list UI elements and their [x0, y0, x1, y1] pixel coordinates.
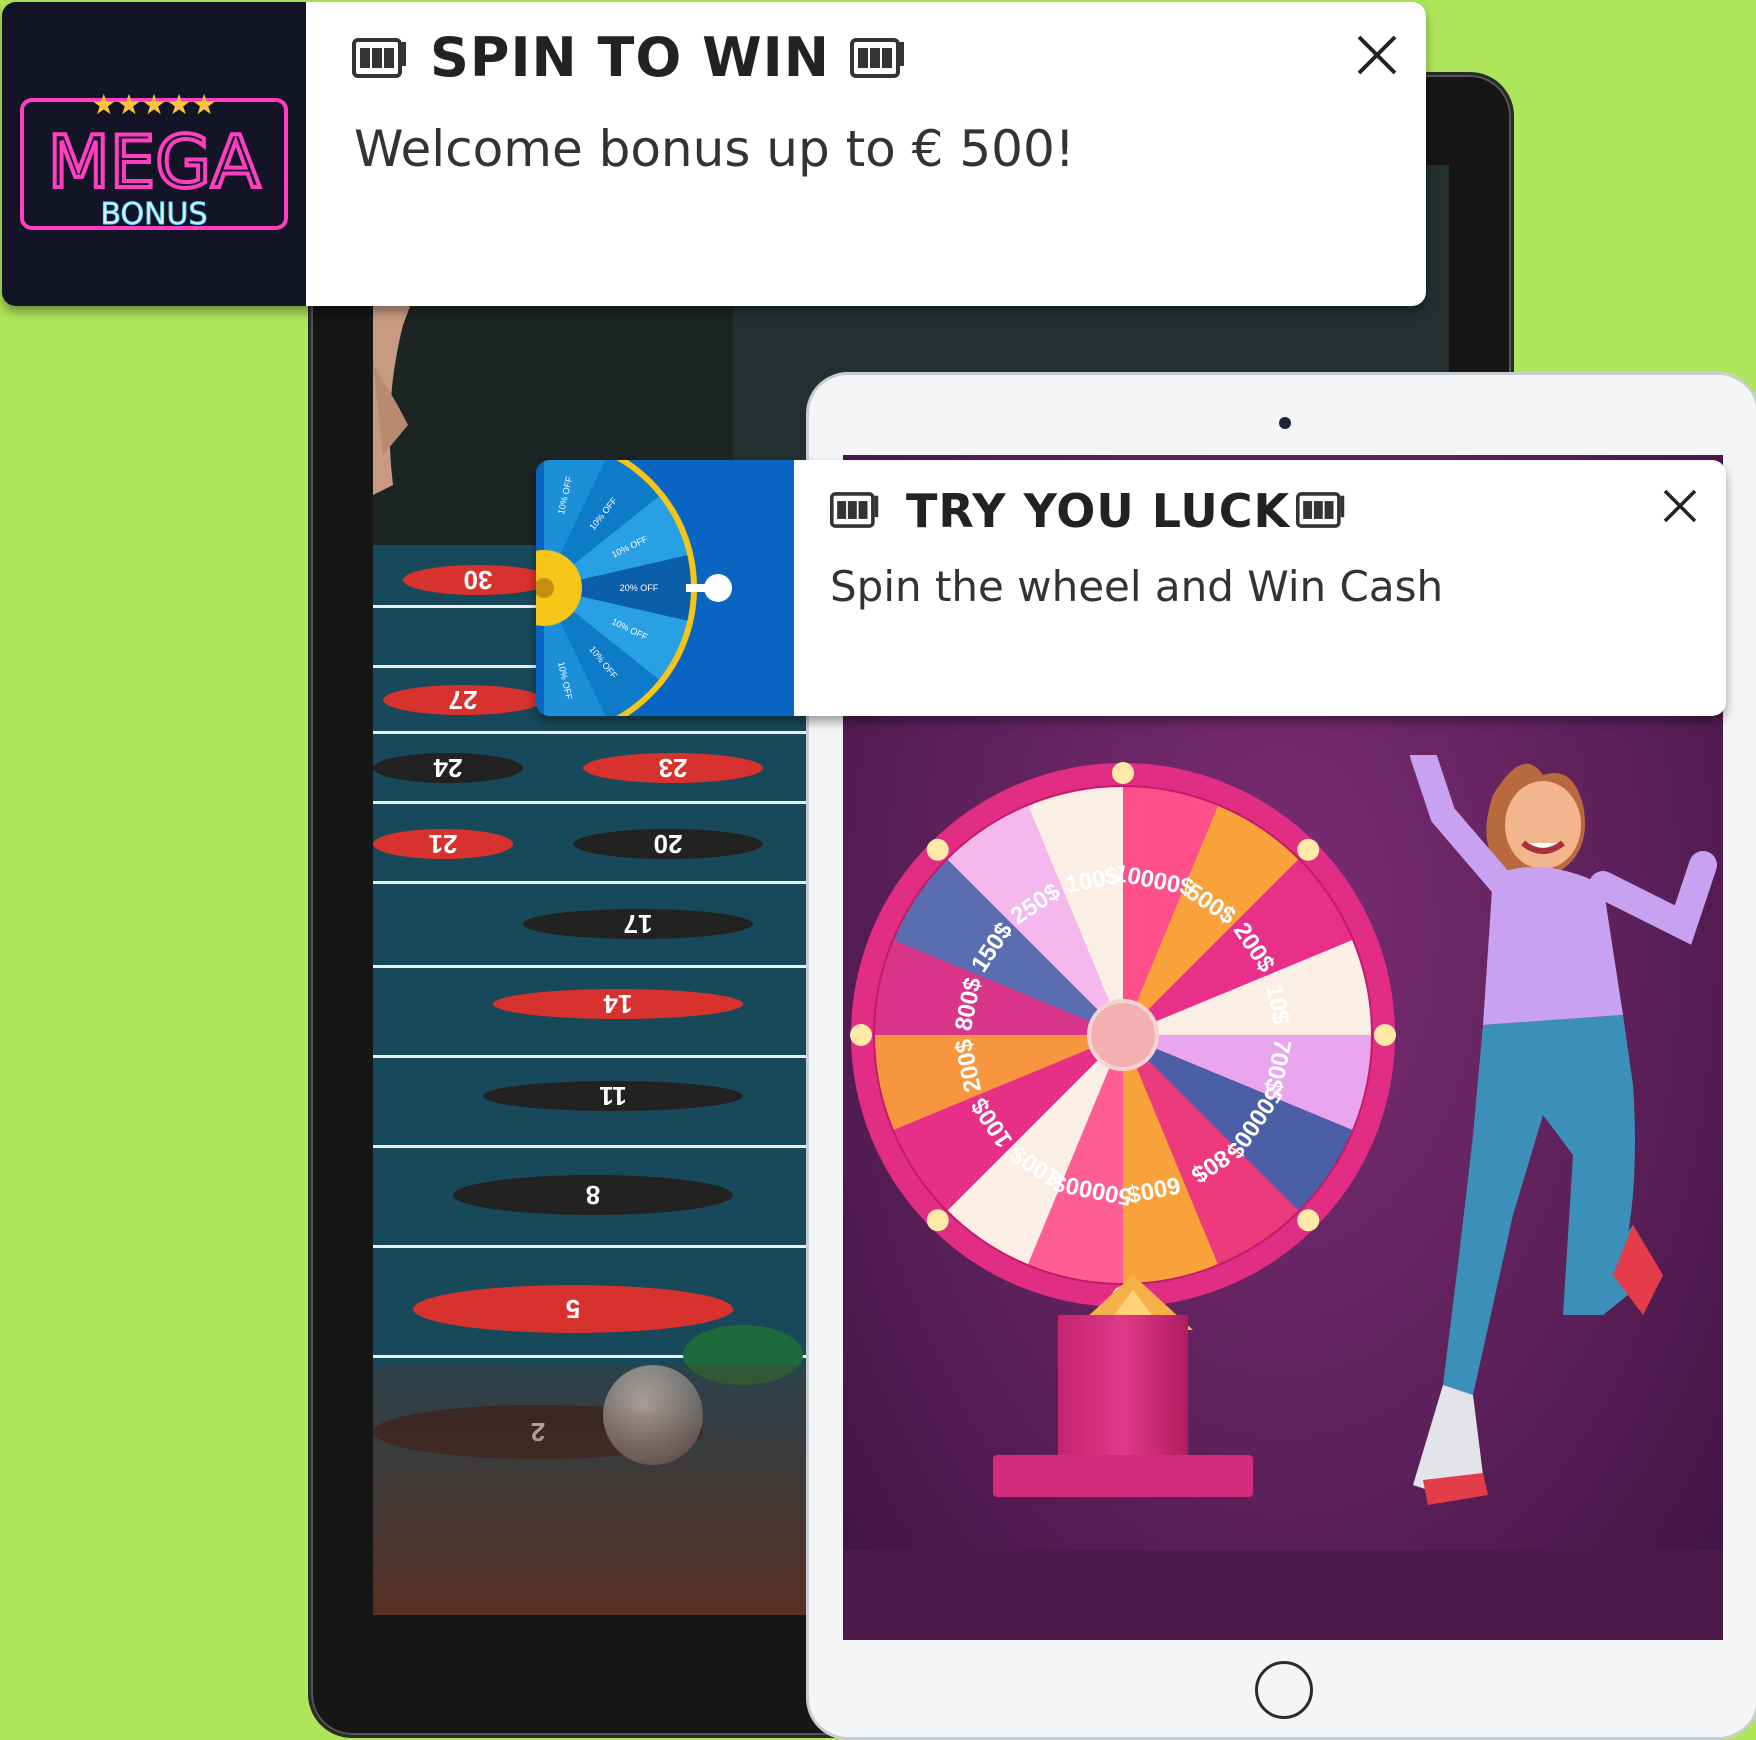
- stage-floor: [843, 1550, 1723, 1640]
- wheel-bulb: [926, 1209, 949, 1232]
- roulette-number: 27: [383, 685, 543, 716]
- discount-label: 20% OFF: [620, 583, 659, 593]
- close-icon[interactable]: [1662, 488, 1698, 524]
- notification-title: TRY YOU LUCK: [906, 484, 1291, 538]
- roulette-number: 21: [373, 829, 513, 860]
- happy-girl-illustration: [1410, 755, 1717, 1505]
- slot-machine-icon: [1296, 492, 1345, 528]
- slot-machine-icon: [830, 492, 879, 528]
- wheel-bulb: [1297, 1209, 1320, 1232]
- notification-body: Spin the wheel and Win Cash: [830, 562, 1444, 611]
- wheel-stand-base: [993, 1455, 1253, 1497]
- close-icon[interactable]: [1356, 34, 1398, 76]
- svg-text:★★★★★: ★★★★★: [91, 88, 217, 121]
- roulette-number: 14: [493, 989, 743, 1020]
- tablet-camera: [1279, 417, 1291, 429]
- notification-spin-to-win[interactable]: ★★★★★ MEGA BONUS SPIN TO WIN Welcome bon…: [2, 2, 1426, 306]
- roulette-number: 8: [453, 1175, 733, 1215]
- roulette-number: 30: [403, 565, 553, 596]
- spin-wheel-thumbnail: 10% OFF 10% OFF 10% OFF 20% OFF 10% OFF 10% O…: [536, 460, 794, 716]
- svg-text:MEGA: MEGA: [48, 120, 261, 204]
- wheel-bulb: [926, 838, 949, 861]
- prize-wheel: 10000$500$200$10$700$50000$80$600$50000$…: [850, 762, 1396, 1308]
- wheel-bulb: [1112, 762, 1134, 784]
- wheel-bulb: [1374, 1024, 1396, 1046]
- wheel-bulb: [850, 1024, 872, 1046]
- discount-wheel-image: 10% OFF 10% OFF10% OFF20% OFF10% OFF10% O…: [536, 460, 794, 716]
- notification-title: SPIN TO WIN: [430, 26, 830, 89]
- mega-bonus-logo: ★★★★★ MEGA BONUS: [2, 2, 306, 306]
- mega-bonus-thumbnail: ★★★★★ MEGA BONUS: [2, 2, 306, 306]
- roulette-number: 23: [583, 753, 763, 784]
- roulette-number: 5: [413, 1285, 733, 1333]
- slot-machine-icon: [352, 38, 406, 78]
- roulette-number: 17: [523, 909, 753, 940]
- svg-text:BONUS: BONUS: [100, 197, 207, 232]
- slot-machine-icon: [850, 38, 904, 78]
- wheel-bulb: [1297, 838, 1320, 861]
- notification-try-you-luck[interactable]: 10% OFF 10% OFF 10% OFF 20% OFF 10% OFF 10% O…: [536, 460, 1726, 716]
- roulette-number: 20: [573, 829, 763, 860]
- notification-body: Welcome bonus up to € 500!: [354, 120, 1075, 178]
- roulette-number: 11: [483, 1081, 743, 1112]
- blurred-foreground: [373, 1365, 813, 1615]
- wheel-stand: [1058, 1315, 1188, 1475]
- home-button[interactable]: [1255, 1661, 1313, 1719]
- roulette-number: 24: [373, 753, 523, 784]
